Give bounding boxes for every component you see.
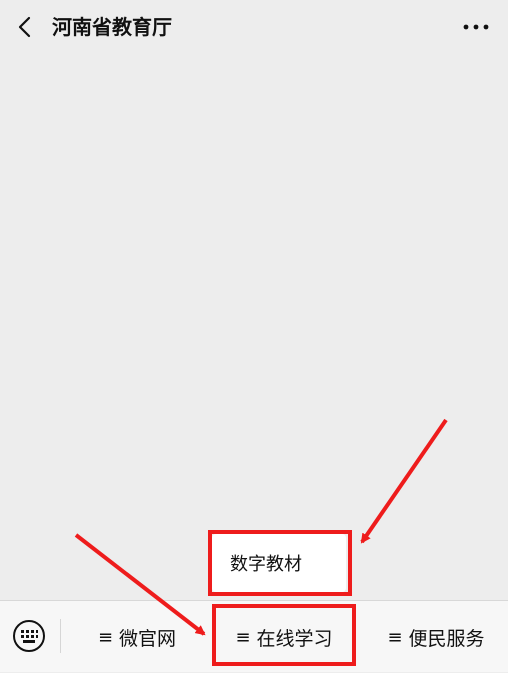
menu-lines-icon: ≡ <box>235 626 251 648</box>
chat-content-area <box>0 56 508 600</box>
more-dots-icon <box>463 24 489 30</box>
top-nav-bar: 河南省教育厅 <box>0 0 508 56</box>
submenu-popup: 数字教材 <box>212 534 346 592</box>
bottom-menu-bar: ≡ 微官网 ≡ 在线学习 ≡ 便民服务 <box>0 600 508 672</box>
menu-tab-public-services[interactable]: ≡ 便民服务 <box>364 601 508 673</box>
back-button[interactable] <box>10 12 40 42</box>
menu-tab-label: 便民服务 <box>408 627 485 650</box>
menu-lines-icon: ≡ <box>97 626 114 648</box>
menu-tab-label: 微官网 <box>119 627 177 650</box>
page-title: 河南省教育厅 <box>52 15 172 39</box>
keyboard-toggle-button[interactable] <box>10 617 48 655</box>
menu-divider <box>60 619 61 653</box>
menu-tab-online-learning[interactable]: ≡ 在线学习 <box>212 601 356 673</box>
chevron-left-icon <box>18 16 31 38</box>
more-button[interactable] <box>456 12 496 42</box>
menu-tab-micro-site[interactable]: ≡ 微官网 <box>70 601 204 673</box>
keyboard-icon <box>13 620 45 652</box>
submenu-item-digital-textbook[interactable]: 数字教材 <box>230 550 302 576</box>
menu-tab-label: 在线学习 <box>256 627 333 650</box>
menu-lines-icon: ≡ <box>387 626 403 648</box>
